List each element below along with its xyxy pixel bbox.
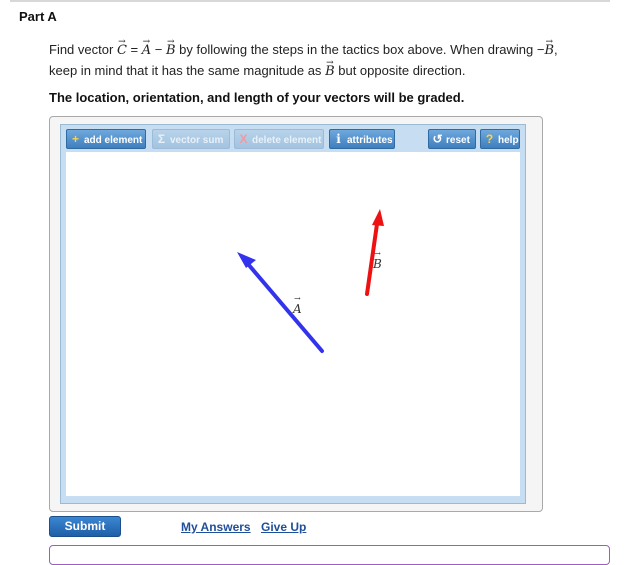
delete-icon: X: [239, 132, 248, 146]
help-icon: ?: [485, 132, 494, 146]
give-up-link[interactable]: Give Up: [261, 520, 306, 534]
vector-layer: [237, 209, 384, 353]
feedback-box: [49, 545, 610, 565]
vector-a[interactable]: [237, 252, 324, 353]
plus-icon: +: [71, 132, 79, 146]
vector-sum-label: vector sum: [170, 135, 224, 146]
equals-sign: =: [130, 42, 139, 57]
question-text: Find vector C → = A → − B → by following th…: [49, 37, 609, 82]
top-divider: [10, 0, 610, 2]
vector-b-label: B →: [373, 249, 382, 271]
add-element-button[interactable]: + add element: [66, 129, 146, 149]
add-element-label: add element: [84, 135, 143, 146]
attributes-button[interactable]: i attributes: [329, 129, 395, 149]
comma: ,: [554, 42, 558, 57]
info-icon: i: [336, 132, 341, 146]
vector-a-label: A →: [293, 294, 302, 316]
drawing-canvas[interactable]: A → B →: [66, 152, 520, 496]
delete-element-button[interactable]: Xdelete element: [234, 129, 324, 149]
vector-b-symbol: B →: [325, 58, 335, 79]
reset-label: reset: [446, 135, 470, 146]
grading-note: The location, orientation, and length of…: [49, 90, 465, 105]
vector-b-symbol: B →: [165, 37, 176, 58]
vector-b-symbol: B →: [544, 37, 555, 58]
sigma-icon: Σ: [157, 132, 166, 146]
question-steps-text: by following the steps in the tactics bo…: [179, 42, 534, 57]
my-answers-link[interactable]: My Answers: [181, 520, 251, 534]
question-line2-text: keep in mind that it has the same magnit…: [49, 63, 322, 78]
vector-sum-button[interactable]: Σvector sum: [152, 129, 230, 149]
reset-icon: ↺: [432, 132, 443, 146]
delete-element-label: delete element: [252, 135, 322, 146]
submit-button[interactable]: Submit: [49, 516, 121, 537]
help-label: help: [498, 135, 519, 146]
question-line2-end: but opposite direction.: [338, 63, 466, 78]
vector-c-symbol: C →: [116, 37, 127, 58]
vector-a-symbol: A →: [141, 37, 152, 58]
part-title: Part A: [19, 9, 57, 24]
reset-button[interactable]: ↺ reset: [428, 129, 476, 149]
attributes-label: attributes: [347, 135, 393, 146]
minus-sign: −: [154, 42, 163, 57]
help-button[interactable]: ? help: [480, 129, 520, 149]
question-find-text: Find vector: [49, 42, 114, 57]
